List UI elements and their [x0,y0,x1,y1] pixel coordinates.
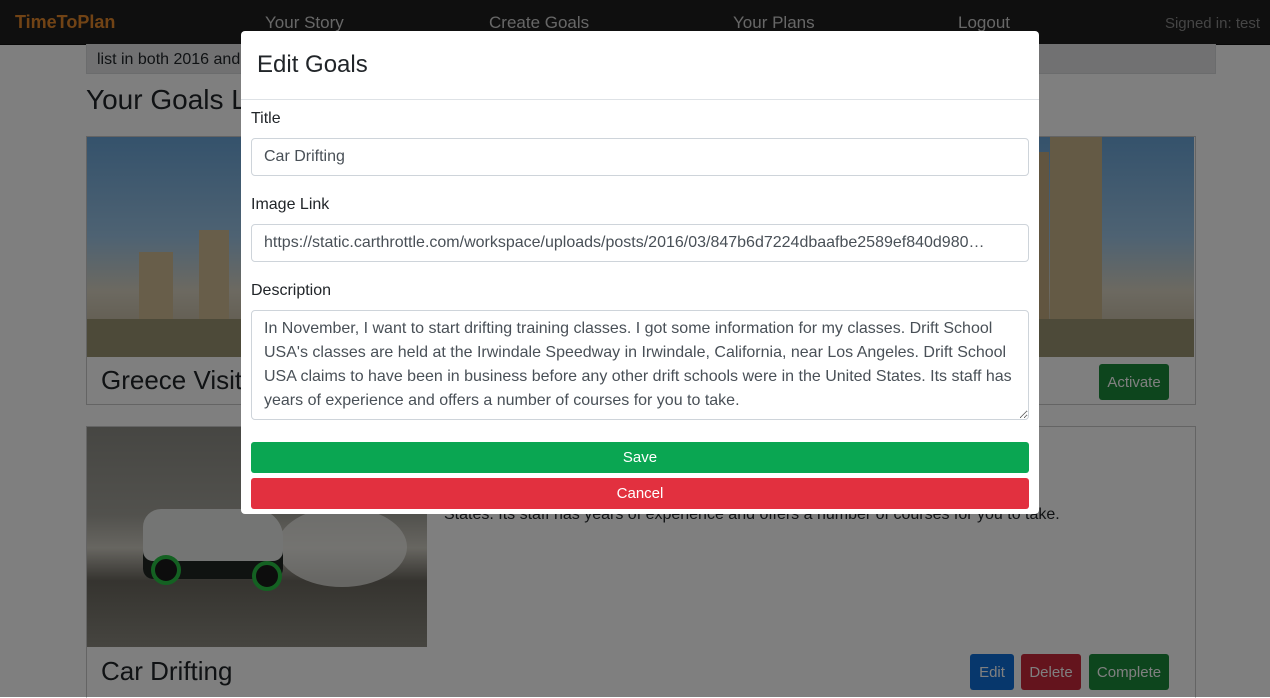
image-link-label: Image Link [251,196,330,213]
description-textarea[interactable]: In November, I want to start drifting tr… [251,310,1029,420]
description-label: Description [251,282,332,299]
image-link-input[interactable] [251,224,1029,262]
title-input[interactable] [251,138,1029,176]
cancel-button[interactable]: Cancel [251,478,1029,509]
modal-header: Edit Goals [241,31,1039,100]
modal-title: Edit Goals [257,51,368,78]
save-button[interactable]: Save [251,442,1029,473]
title-label: Title [251,110,281,127]
edit-goals-modal: Edit Goals Title Image Link Description … [241,31,1039,514]
